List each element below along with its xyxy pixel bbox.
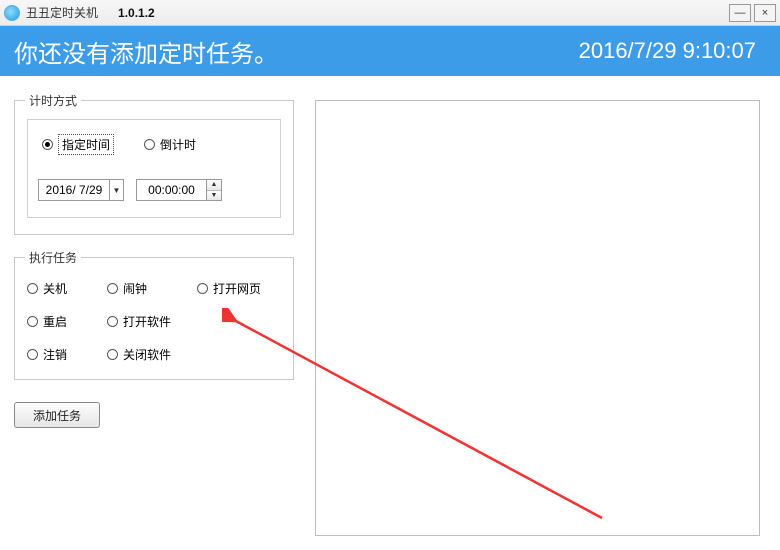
task-opt-restart[interactable]: 重启 [27,313,107,330]
status-banner: 你还没有添加定时任务。 2016/7/29 9:10:07 [0,26,780,76]
minimize-button[interactable]: — [729,4,751,22]
radio-dot-icon [107,349,118,360]
timing-group: 计时方式 指定时间 倒计时 2016/ 7/29 ▼ [14,100,294,235]
add-task-button[interactable]: 添加任务 [14,402,100,428]
task-label: 打开网页 [213,280,261,297]
radio-dot-icon [107,283,118,294]
radio-dot-icon [27,283,38,294]
close-button[interactable]: × [754,4,776,22]
task-legend: 执行任务 [25,249,81,266]
timing-legend: 计时方式 [25,92,81,109]
radio-dot-icon [197,283,208,294]
date-value: 2016/ 7/29 [39,183,109,197]
radio-dot-icon [27,316,38,327]
banner-datetime: 2016/7/29 9:10:07 [579,38,756,64]
task-label: 重启 [43,313,67,330]
preview-pane [315,100,760,536]
radio-countdown-label: 倒计时 [160,136,196,153]
date-picker[interactable]: 2016/ 7/29 ▼ [38,179,124,201]
body: 计时方式 指定时间 倒计时 2016/ 7/29 ▼ [0,76,780,550]
radio-countdown[interactable]: 倒计时 [144,136,196,153]
task-opt-logoff[interactable]: 注销 [27,346,107,363]
radio-specified-label: 指定时间 [58,134,114,155]
radio-specified-time[interactable]: 指定时间 [42,134,114,155]
task-opt-alarm[interactable]: 闹钟 [107,280,197,297]
timing-inner: 指定时间 倒计时 2016/ 7/29 ▼ 00:00:00 [27,119,281,218]
radio-dot-icon [42,139,53,150]
task-group: 执行任务 关机 闹钟 打开网页 重启 [14,257,294,380]
task-opt-close-software[interactable]: 关闭软件 [107,346,197,363]
task-opt-shutdown[interactable]: 关机 [27,280,107,297]
time-picker[interactable]: 00:00:00 ▲ ▼ [136,179,222,201]
task-label: 闹钟 [123,280,147,297]
dropdown-icon[interactable]: ▼ [109,180,123,200]
app-version: 1.0.1.2 [118,6,155,20]
left-column: 计时方式 指定时间 倒计时 2016/ 7/29 ▼ [14,100,294,428]
radio-dot-icon [144,139,155,150]
spinner-down-icon[interactable]: ▼ [207,191,221,201]
task-label: 关闭软件 [123,346,171,363]
task-opt-open-webpage[interactable]: 打开网页 [197,280,287,297]
time-value: 00:00:00 [137,183,206,197]
task-opt-open-software[interactable]: 打开软件 [107,313,197,330]
task-label: 注销 [43,346,67,363]
task-label: 打开软件 [123,313,171,330]
banner-message: 你还没有添加定时任务。 [14,34,278,69]
app-title: 丑丑定时关机 [26,4,98,21]
radio-dot-icon [27,349,38,360]
time-spinner: ▲ ▼ [206,180,221,200]
radio-dot-icon [107,316,118,327]
spinner-up-icon[interactable]: ▲ [207,180,221,191]
task-label: 关机 [43,280,67,297]
app-icon [4,5,20,21]
titlebar: 丑丑定时关机 1.0.1.2 — × [0,0,780,26]
